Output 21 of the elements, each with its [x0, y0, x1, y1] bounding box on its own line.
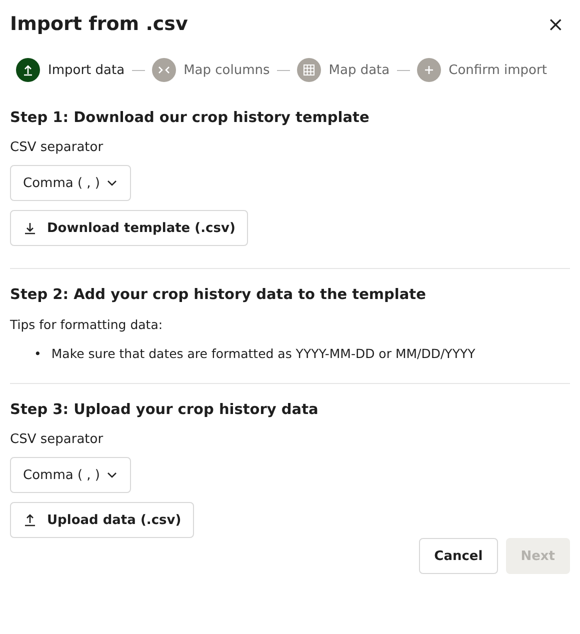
section-heading: Step 2: Add your crop history data to the template — [10, 287, 426, 303]
step-label[interactable]: Map data — [328, 62, 390, 78]
separator-dropdown[interactable]: Comma ( , ) — [10, 457, 131, 493]
cancel-button[interactable]: Cancel — [419, 538, 498, 574]
dialog-title: Import from .csv — [10, 13, 188, 35]
step-label[interactable]: Import data — [48, 62, 125, 78]
step-label[interactable]: Map columns — [184, 62, 270, 78]
tips-label: Tips for formatting data: — [10, 317, 163, 332]
step-label[interactable]: Confirm import — [448, 62, 547, 78]
upload-button[interactable]: Upload data (.csv) — [10, 502, 194, 538]
close-button[interactable]: × — [541, 12, 570, 36]
separator-label: CSV separator — [10, 140, 104, 155]
separator-label: CSV separator — [10, 432, 104, 447]
upload-icon — [23, 513, 37, 527]
separator-dropdown[interactable]: Comma ( , ) — [10, 165, 131, 201]
section-heading: Step 1: Download our crop history template — [10, 110, 370, 126]
bullet-marker: • — [34, 346, 42, 361]
download-button[interactable]: Download template (.csv) — [10, 210, 248, 246]
download-icon — [23, 221, 37, 235]
section-heading: Step 3: Upload your crop history data — [10, 402, 318, 418]
tip-text: Make sure that dates are formatted as YYYY-MM-DD or MM/DD/YYYY — [51, 346, 476, 361]
